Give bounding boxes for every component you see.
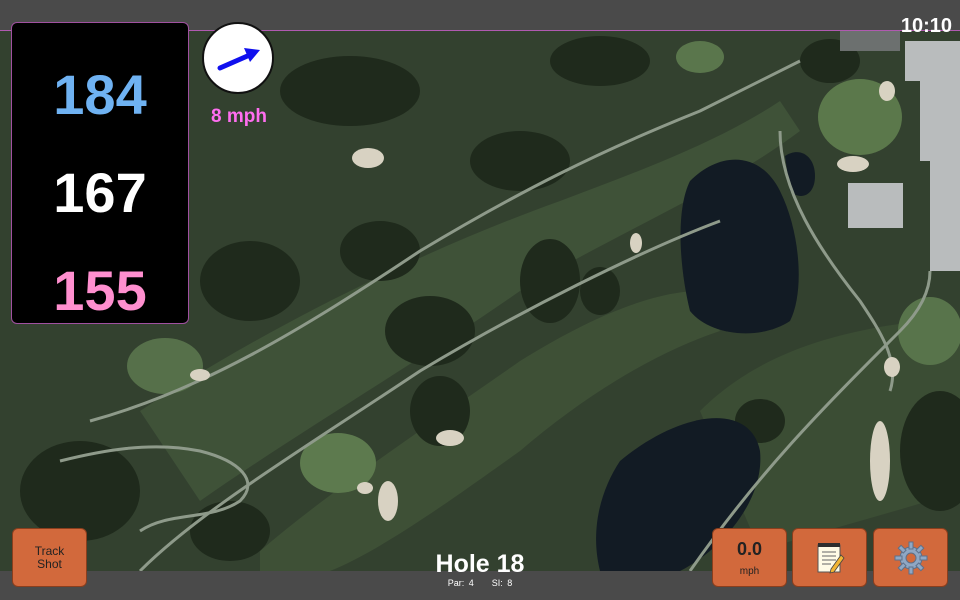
wind-direction-arrow-icon xyxy=(217,48,260,71)
settings-button[interactable] xyxy=(873,528,948,587)
track-shot-label-line1: Track xyxy=(34,543,65,558)
hole-info: Par: 4 SI: 8 xyxy=(380,578,580,588)
distance-back: 184 xyxy=(53,63,147,126)
hole-par: Par: 4 xyxy=(447,578,474,588)
track-shot-label-line2: Shot xyxy=(37,556,62,571)
distance-panel: 184 167 155 xyxy=(11,22,189,324)
hole-title: Hole 18 xyxy=(435,550,525,578)
gear-icon xyxy=(894,541,927,574)
distance-front: 155 xyxy=(53,259,147,322)
hole-stroke-index: SI: 8 xyxy=(491,578,513,588)
track-shot-button[interactable]: Track Shot xyxy=(12,528,87,587)
wind-speed: 8 mph xyxy=(211,106,267,127)
speed-unit: mph xyxy=(739,565,760,577)
speed-value: 0.0 xyxy=(736,538,763,559)
notepad-icon xyxy=(817,542,845,574)
status-clock: 10:10 xyxy=(900,15,952,37)
wind-indicator xyxy=(202,22,274,94)
speed-button[interactable]: 0.0 mph xyxy=(712,528,787,587)
distance-middle: 167 xyxy=(53,161,147,224)
notes-button[interactable] xyxy=(792,528,867,587)
